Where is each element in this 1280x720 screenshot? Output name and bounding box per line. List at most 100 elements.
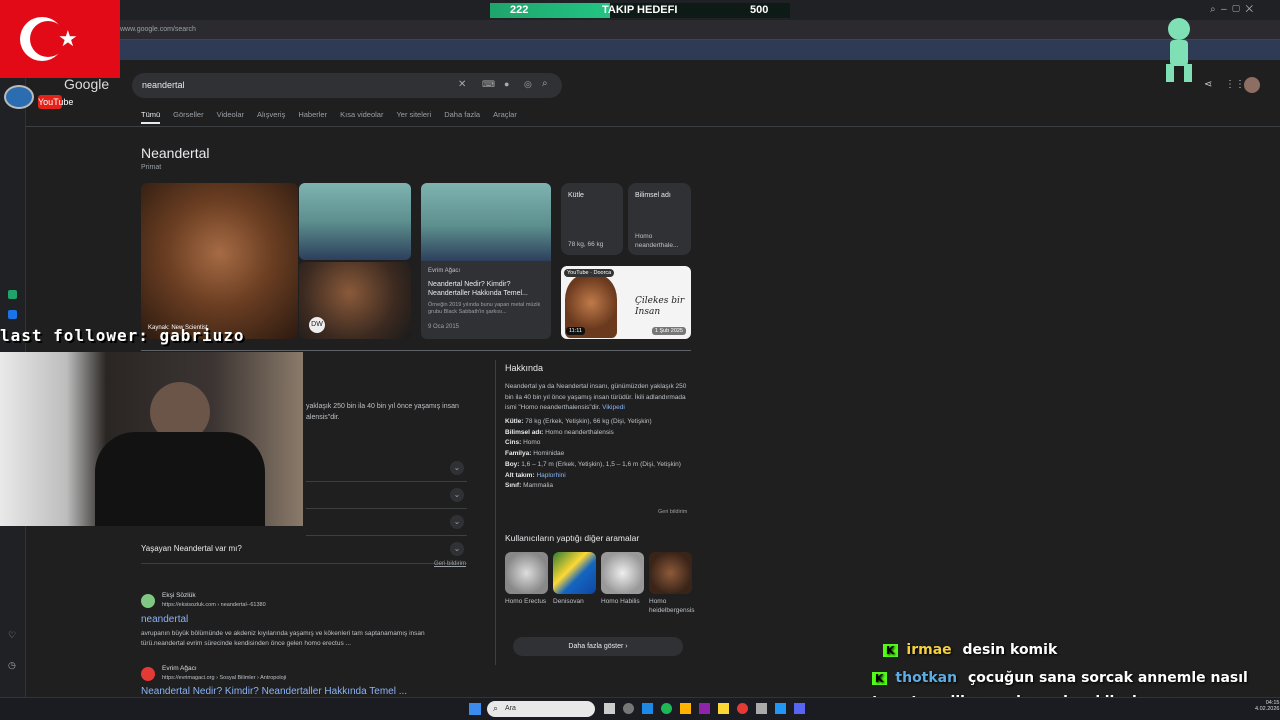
- share-icon[interactable]: ⋖: [1204, 79, 1212, 90]
- result-title[interactable]: neandertal: [141, 614, 188, 625]
- chat-user: thotkan: [895, 670, 958, 686]
- tab-images[interactable]: Görseller: [173, 110, 203, 124]
- channel-logo: [4, 85, 34, 109]
- taskbar-search[interactable]: ⌕ Ara: [487, 701, 595, 717]
- result-site: Evrim Ağacı: [162, 665, 197, 672]
- result-url: https://evrimagaci.org › Sosyal Bilimler…: [162, 675, 287, 681]
- taskbar-apps[interactable]: [604, 703, 814, 715]
- mic-icon[interactable]: ●: [504, 79, 509, 89]
- avatar[interactable]: [1244, 77, 1260, 93]
- video-date: 1 Şub 2025: [651, 327, 686, 335]
- card-title[interactable]: Neandertal Nedir? Kimdir? Neandertaller …: [428, 280, 544, 298]
- video-thumbnail[interactable]: YouTube · Doorca Çilekes bir Insan 11:11…: [561, 266, 691, 339]
- kp-article-card[interactable]: Evrim Ağacı Neandertal Nedir? Kimdir? Ne…: [421, 183, 551, 339]
- result-snippet: avrupanın büyük bölümünde ve akdeniz kıy…: [141, 630, 425, 648]
- divider: [26, 126, 1280, 127]
- bilimsel-value: Homo neanderthale...: [635, 233, 679, 250]
- result-site: Ekşi Sözlük: [162, 592, 196, 599]
- eksi-favicon: [141, 594, 155, 608]
- tab-local[interactable]: Yer siteleri: [396, 110, 431, 124]
- video-handwriting: Çilekes bir Insan: [635, 296, 685, 317]
- wiki-link[interactable]: Vikipedi: [602, 404, 625, 411]
- left-snippet: yaklaşık 250 bin ila 40 bin yıl önce yaş…: [306, 403, 459, 421]
- tab-tools[interactable]: Araçlar: [493, 110, 517, 124]
- chat-user: irmae: [906, 642, 952, 658]
- faq-feedback-link[interactable]: Geri bildirim: [434, 561, 466, 567]
- related-item[interactable]: Homo Habilis: [601, 552, 644, 605]
- messenger-icon[interactable]: [8, 310, 17, 319]
- related-item[interactable]: Homo heidelbergensis: [649, 552, 695, 616]
- faq-question: Yaşayan Neandertal var mı?: [141, 544, 242, 553]
- kp-image-2[interactable]: [299, 183, 411, 260]
- card-snippet: Örneğin 2019 yılında bunu yapan metal mü…: [428, 302, 541, 316]
- apps-icon[interactable]: ⋮⋮: [1225, 79, 1245, 90]
- address-bar[interactable]: www.google.com/search: [0, 20, 1280, 40]
- search-tabs: Tümü Görseller Videolar Alışveriş Haberl…: [141, 110, 517, 124]
- tab-all[interactable]: Tümü: [141, 110, 161, 124]
- bilimsel-card[interactable]: Bilimsel adı Homo neanderthale...: [628, 183, 691, 255]
- video-source: YouTube · Doorca: [564, 269, 615, 277]
- faq-row-2[interactable]: ⌄: [306, 482, 467, 509]
- search-box[interactable]: neandertal ✕ ⌨ ● ◎ ⌕: [132, 73, 562, 98]
- hakkinda-text: Neandertal ya da Neandertal insanı, günü…: [505, 383, 687, 412]
- kp-divider: [141, 350, 691, 351]
- chevron-down-icon: ⌄: [450, 488, 464, 502]
- show-more-button[interactable]: Daha fazla göster ›: [513, 637, 683, 656]
- follow-goal-bar: 222 TAKIP HEDEFI 500: [490, 3, 790, 18]
- clock-icon[interactable]: ◷: [8, 660, 16, 671]
- kutle-label: Kütle: [568, 192, 584, 199]
- evrim-favicon: [141, 667, 155, 681]
- related-item[interactable]: Denisovan: [553, 552, 596, 605]
- faq-row-3[interactable]: ⌄: [306, 509, 467, 536]
- kp-title: Neandertal: [141, 145, 210, 161]
- fact-list: Kütle: 78 kg (Erkek, Yetişkin), 66 kg (D…: [505, 418, 681, 490]
- youtube-logo: YouTube: [38, 95, 74, 109]
- search-input[interactable]: neandertal: [142, 80, 185, 90]
- hakkinda-title: Hakkında: [505, 363, 544, 373]
- windows-start-icon[interactable]: [469, 703, 481, 715]
- webcam-overlay: [0, 352, 303, 526]
- faq-row-1[interactable]: ⌄: [306, 455, 467, 482]
- goal-current: 222: [510, 4, 529, 16]
- lens-icon[interactable]: ◎: [524, 79, 532, 90]
- related-title: Kullanıcıların yaptığı diğer aramalar: [505, 533, 640, 543]
- chevron-down-icon: ⌄: [450, 515, 464, 529]
- tab-more[interactable]: Daha fazla: [444, 110, 480, 124]
- google-logo[interactable]: Google: [64, 76, 109, 92]
- search-icon[interactable]: ⌕: [542, 78, 548, 89]
- heart-icon[interactable]: ♡: [8, 630, 16, 641]
- chat-message: K irmae desin komik: [883, 642, 1263, 658]
- related-item[interactable]: Homo Erectus: [505, 552, 548, 607]
- window-controls[interactable]: ⌕ – ▢ ✕: [1210, 4, 1253, 15]
- kp-feedback-link[interactable]: Geri bildirim: [658, 509, 687, 515]
- tab-videos[interactable]: Videolar: [217, 110, 244, 124]
- taskbar-search-label: Ara: [505, 705, 516, 712]
- kp-subtitle: Primat: [141, 164, 162, 171]
- chevron-down-icon: ⌄: [450, 542, 464, 556]
- clock[interactable]: 04:15 4.02.2026: [1255, 700, 1279, 712]
- keyboard-icon[interactable]: ⌨: [482, 79, 495, 90]
- goal-label: TAKIP HEDEFI: [602, 4, 678, 16]
- card-source: Evrim Ağacı: [428, 268, 461, 274]
- kutle-value: 78 kg, 66 kg: [568, 241, 604, 248]
- bilimsel-label: Bilimsel adı: [635, 192, 671, 199]
- kp-main-image[interactable]: Kaynak: New Scientist: [141, 183, 298, 339]
- url-text[interactable]: www.google.com/search: [120, 26, 196, 33]
- tab-shopping[interactable]: Alışveriş: [257, 110, 285, 124]
- faq-row-4[interactable]: Yaşayan Neandertal var mı? ⌄: [141, 536, 467, 564]
- result-title[interactable]: Neandertal Nedir? Kimdir? Neandertaller …: [141, 686, 407, 697]
- clear-icon[interactable]: ✕: [458, 79, 466, 90]
- kp-image-3[interactable]: DW: [299, 262, 411, 339]
- column-divider: [495, 360, 496, 665]
- video-duration: 11:11: [566, 327, 585, 335]
- taskbar: ⌕ Ara 04:15 4.02.2026: [0, 697, 1280, 720]
- tab-news[interactable]: Haberler: [298, 110, 327, 124]
- tab-short-videos[interactable]: Kısa videolar: [340, 110, 383, 124]
- sidebar-app-icon[interactable]: [8, 290, 17, 299]
- result-url: https://eksisozluk.com › neandertal--613…: [162, 602, 266, 608]
- chevron-down-icon: ⌄: [450, 461, 464, 475]
- turkish-flag: ★: [0, 0, 120, 78]
- kutle-card[interactable]: Kütle 78 kg, 66 kg: [561, 183, 623, 255]
- last-follower-text: last follower: gabriuzo: [0, 326, 245, 345]
- card-date: 9 Oca 2015: [428, 324, 460, 330]
